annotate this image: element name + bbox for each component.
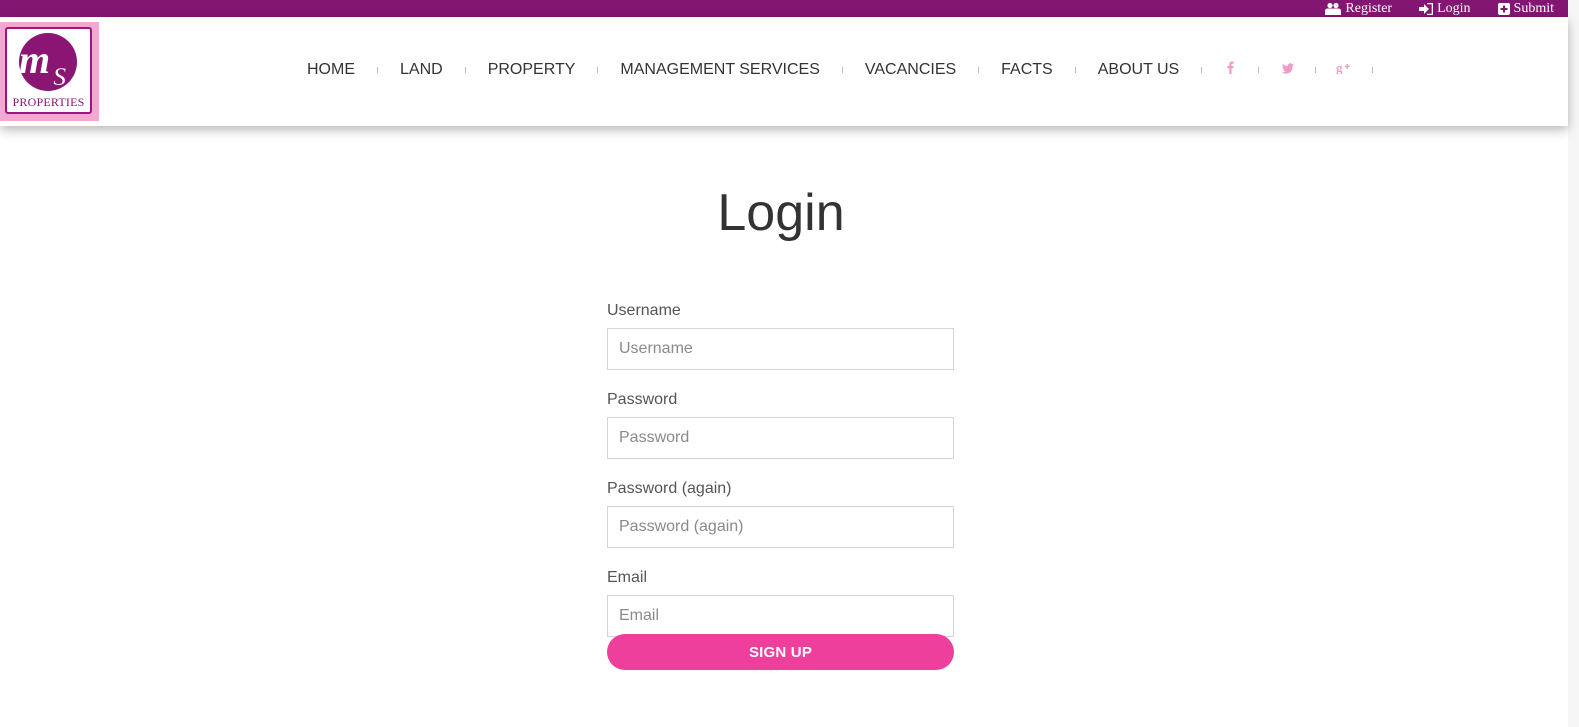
site-logo[interactable]: m s PROPERTIES (0, 22, 99, 121)
nav-home[interactable]: HOME (285, 61, 377, 79)
register-icon (1325, 2, 1342, 15)
nav-property[interactable]: PROPERTY (466, 61, 598, 79)
login-link[interactable]: Login (1419, 0, 1471, 17)
sign-up-button[interactable]: SIGN UP (607, 634, 954, 670)
main-nav: HOME LAND PROPERTY MANAGEMENT SERVICES V… (285, 59, 1374, 81)
account-links: Register Login Submit (1325, 0, 1554, 17)
twitter-icon (1280, 61, 1295, 79)
logo-text: PROPERTIES (12, 95, 85, 109)
email-label: Email (607, 569, 648, 586)
top-bar: Register Login Submit (0, 0, 1568, 17)
google-plus-link[interactable]: g (1316, 60, 1372, 79)
nav-about-us[interactable]: ABOUT US (1076, 61, 1202, 79)
sign-in-icon (1419, 2, 1434, 15)
facebook-link[interactable] (1202, 61, 1258, 79)
nav-land[interactable]: LAND (378, 61, 465, 79)
twitter-link[interactable] (1259, 61, 1315, 79)
register-label: Register (1345, 0, 1393, 16)
username-label: Username (607, 302, 681, 319)
submit-link[interactable]: Submit (1497, 0, 1554, 17)
nav-facts[interactable]: FACTS (979, 61, 1075, 79)
signup-form: Username Password Password (again) Email… (607, 300, 954, 670)
password-label: Password (607, 391, 678, 408)
facebook-icon (1227, 61, 1234, 79)
site-header: m s PROPERTIES HOME LAND PROPERTY MANAGE… (0, 17, 1568, 126)
nav-vacancies[interactable]: VACANCIES (843, 61, 978, 79)
nav-divider (1372, 67, 1374, 73)
login-label: Login (1437, 0, 1471, 16)
password-again-input[interactable] (607, 506, 954, 548)
plus-square-icon (1497, 2, 1510, 15)
google-plus-icon: g (1336, 60, 1352, 79)
logo-badge: m s PROPERTIES (5, 27, 92, 114)
logo-monogram-icon: m s (19, 33, 77, 93)
svg-text:m: m (19, 37, 50, 82)
register-link[interactable]: Register (1325, 1, 1392, 17)
username-input[interactable] (607, 328, 954, 370)
svg-text:g: g (1336, 61, 1343, 74)
nav-management-services[interactable]: MANAGEMENT SERVICES (598, 61, 841, 79)
page-scroll-track (1568, 0, 1579, 727)
svg-text:s: s (53, 53, 67, 93)
page-title: Login (717, 184, 845, 242)
email-input[interactable] (607, 595, 954, 637)
password-input[interactable] (607, 417, 954, 459)
password-again-label: Password (again) (607, 480, 732, 497)
submit-label: Submit (1513, 0, 1554, 16)
